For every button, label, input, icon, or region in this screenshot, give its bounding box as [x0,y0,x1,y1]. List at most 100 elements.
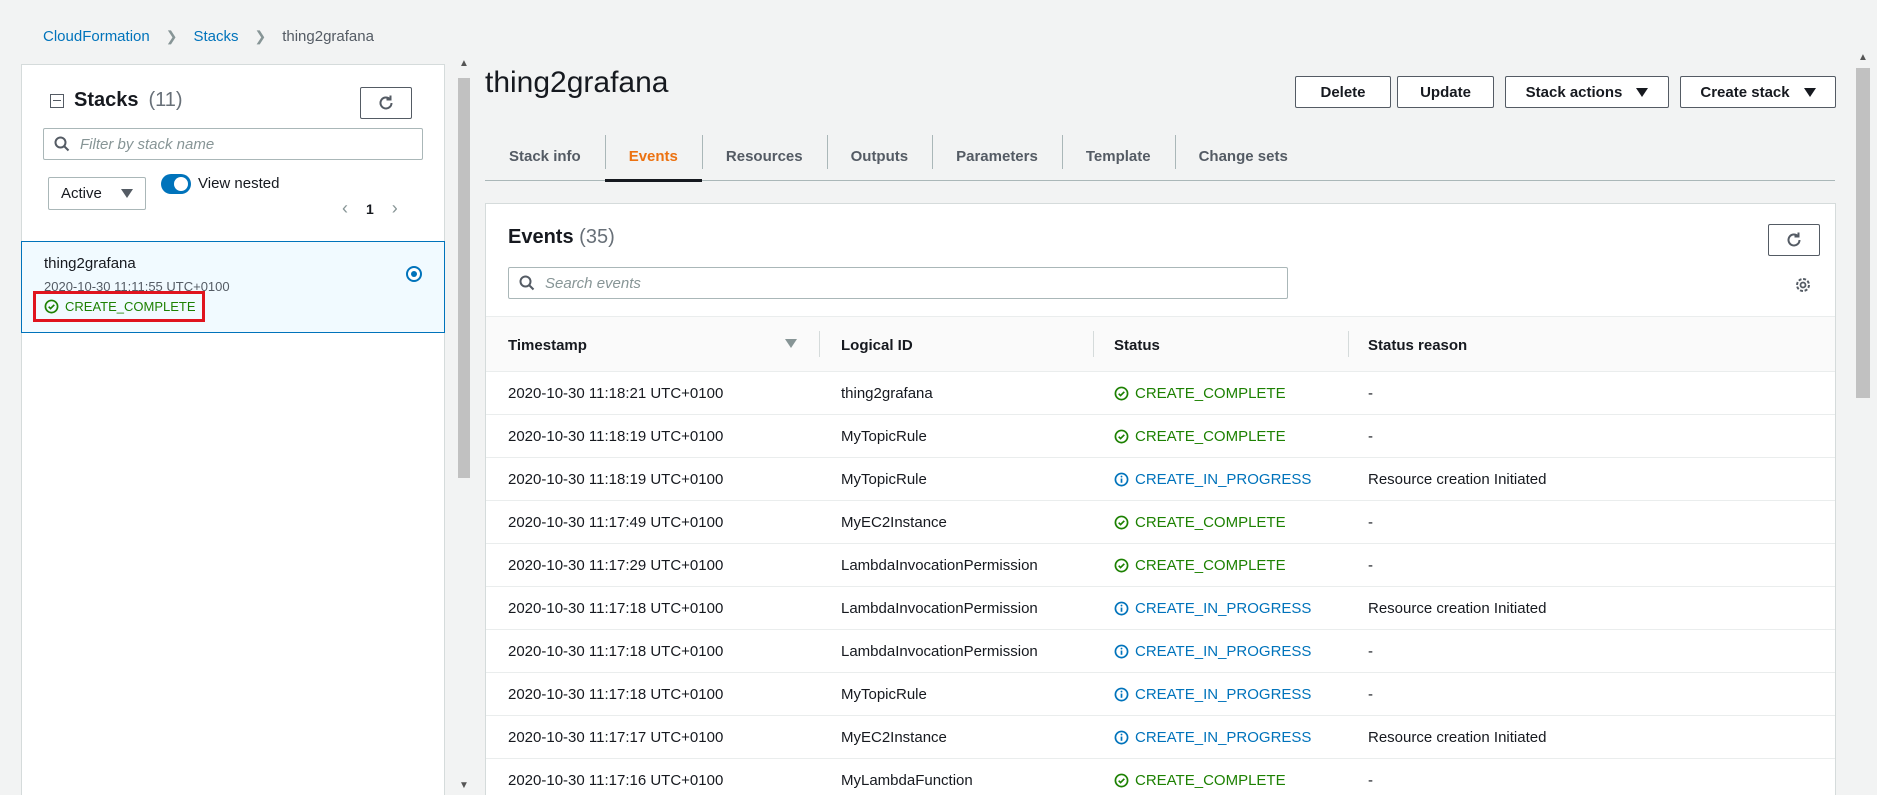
scroll-up-icon[interactable]: ▲ [1858,52,1868,63]
current-page[interactable]: 1 [366,201,374,217]
events-title: Events (35) [508,226,615,249]
stack-tabs: Stack info Events Resources Outputs Para… [485,131,1835,182]
event-status: CREATE_COMPLETE [1114,415,1286,458]
create-stack-button[interactable]: Create stack [1680,76,1836,108]
check-circle-icon [1114,773,1129,788]
tab-stack-info[interactable]: Stack info [485,131,605,181]
scroll-up-icon[interactable]: ▲ [459,58,469,69]
update-button[interactable]: Update [1397,76,1494,108]
column-logical-id[interactable]: Logical ID [841,317,913,373]
gear-icon[interactable] [1794,276,1812,294]
tab-template[interactable]: Template [1061,131,1175,181]
table-row[interactable]: 2020-10-30 11:17:16 UTC+0100 MyLambdaFunc… [486,759,1835,795]
table-row[interactable]: 2020-10-30 11:17:18 UTC+0100 LambdaInvoca… [486,587,1835,630]
table-row[interactable]: 2020-10-30 11:18:19 UTC+0100 MyTopicRule C… [486,458,1835,501]
check-circle-icon [1114,558,1129,573]
info-circle-icon [1114,644,1129,659]
event-status-text: CREATE_COMPLETE [1135,514,1286,531]
event-status: CREATE_COMPLETE [1114,759,1286,795]
tab-parameters[interactable]: Parameters [932,131,1062,181]
table-row[interactable]: 2020-10-30 11:18:19 UTC+0100 MyTopicRule C… [486,415,1835,458]
tab-events[interactable]: Events [604,131,703,182]
event-status-text: CREATE_COMPLETE [1135,385,1286,402]
search-icon [54,136,70,152]
event-status-text: CREATE_IN_PROGRESS [1135,643,1312,660]
events-search-input[interactable]: Search events [508,267,1288,299]
table-row[interactable]: 2020-10-30 11:17:49 UTC+0100 MyEC2Instanc… [486,501,1835,544]
stack-name: thing2grafana [44,255,136,272]
status-filter-select[interactable]: Active [48,177,146,210]
stack-actions-button[interactable]: Stack actions [1505,76,1669,108]
previous-page-icon[interactable]: ‹ [342,198,348,219]
event-status-reason: Resource creation Initiated [1368,600,1547,617]
chevron-right-icon: ❯ [254,28,267,44]
event-logical-id: LambdaInvocationPermission [841,557,1038,574]
table-row[interactable]: 2020-10-30 11:18:21 UTC+0100 thing2grafan… [486,372,1835,415]
event-status: CREATE_IN_PROGRESS [1114,630,1311,673]
status-filter-value: Active [61,185,102,202]
stack-radio-selected[interactable] [406,266,422,282]
column-status[interactable]: Status [1114,317,1160,373]
column-status-reason[interactable]: Status reason [1368,317,1467,373]
collapse-icon[interactable] [50,93,64,108]
next-page-icon[interactable]: › [392,198,398,219]
table-row[interactable]: 2020-10-30 11:17:18 UTC+0100 LambdaInvoca… [486,630,1835,673]
table-row[interactable]: 2020-10-30 11:17:18 UTC+0100 MyTopicRule C… [486,673,1835,716]
events-refresh-button[interactable] [1768,224,1820,256]
column-divider [1093,331,1094,357]
event-status-reason: Resource creation Initiated [1368,729,1547,746]
event-logical-id: MyEC2Instance [841,514,947,531]
stacks-title: Stacks [74,89,139,111]
event-status: CREATE_COMPLETE [1114,372,1286,415]
stacks-panel: Stacks (11) Filter by stack name Active … [21,64,445,795]
event-status: CREATE_COMPLETE [1114,544,1286,587]
info-circle-icon [1114,687,1129,702]
sort-descending-icon[interactable] [785,339,797,348]
column-timestamp[interactable]: Timestamp [508,317,587,373]
stack-list-item[interactable]: thing2grafana 2020-10-30 11:11:55 UTC+01… [21,241,445,333]
tab-outputs[interactable]: Outputs [826,131,933,181]
event-status: CREATE_IN_PROGRESS [1114,673,1311,716]
event-timestamp: 2020-10-30 11:17:18 UTC+0100 [508,686,724,703]
table-row[interactable]: 2020-10-30 11:17:17 UTC+0100 MyEC2Instanc… [486,716,1835,759]
scrollbar-thumb[interactable] [458,78,470,478]
stacks-refresh-button[interactable] [360,87,412,119]
tab-change-sets[interactable]: Change sets [1174,131,1312,181]
table-row[interactable]: 2020-10-30 11:17:29 UTC+0100 LambdaInvoca… [486,544,1835,587]
tab-resources[interactable]: Resources [701,131,827,181]
event-logical-id: MyEC2Instance [841,729,947,746]
event-status-reason: - [1368,428,1373,445]
scrollbar-thumb[interactable] [1856,68,1870,398]
page-title: thing2grafana [485,66,669,99]
caret-down-icon [1803,87,1816,97]
event-status-reason: - [1368,514,1373,531]
event-status-reason: - [1368,557,1373,574]
page-scrollbar[interactable]: ▲ [1853,50,1873,795]
stack-filter-input[interactable]: Filter by stack name [43,128,423,160]
stacks-pagination: ‹ 1 › [342,198,398,219]
event-status-reason: - [1368,686,1373,703]
event-status-text: CREATE_COMPLETE [1135,772,1286,789]
event-status: CREATE_IN_PROGRESS [1114,458,1311,501]
event-timestamp: 2020-10-30 11:17:49 UTC+0100 [508,514,724,531]
scroll-down-icon[interactable]: ▼ [459,780,469,791]
event-status-text: CREATE_IN_PROGRESS [1135,471,1312,488]
event-timestamp: 2020-10-30 11:18:21 UTC+0100 [508,385,724,402]
event-status: CREATE_IN_PROGRESS [1114,716,1311,759]
events-count: (35) [579,226,615,248]
column-divider [819,331,820,357]
caret-down-icon [1636,87,1649,97]
left-scrollbar[interactable]: ▲ ▼ [456,58,472,795]
stacks-count: (11) [148,89,183,111]
event-timestamp: 2020-10-30 11:18:19 UTC+0100 [508,471,724,488]
delete-button[interactable]: Delete [1295,76,1391,108]
event-logical-id: LambdaInvocationPermission [841,643,1038,660]
view-nested-toggle[interactable] [161,174,191,194]
breadcrumb-stacks[interactable]: Stacks [193,28,238,45]
event-logical-id: MyTopicRule [841,428,927,445]
refresh-icon [379,95,393,110]
events-table-body: 2020-10-30 11:18:21 UTC+0100 thing2grafan… [486,372,1835,795]
breadcrumb-cloudformation[interactable]: CloudFormation [43,28,150,45]
event-status-text: CREATE_COMPLETE [1135,557,1286,574]
event-status-text: CREATE_COMPLETE [1135,428,1286,445]
